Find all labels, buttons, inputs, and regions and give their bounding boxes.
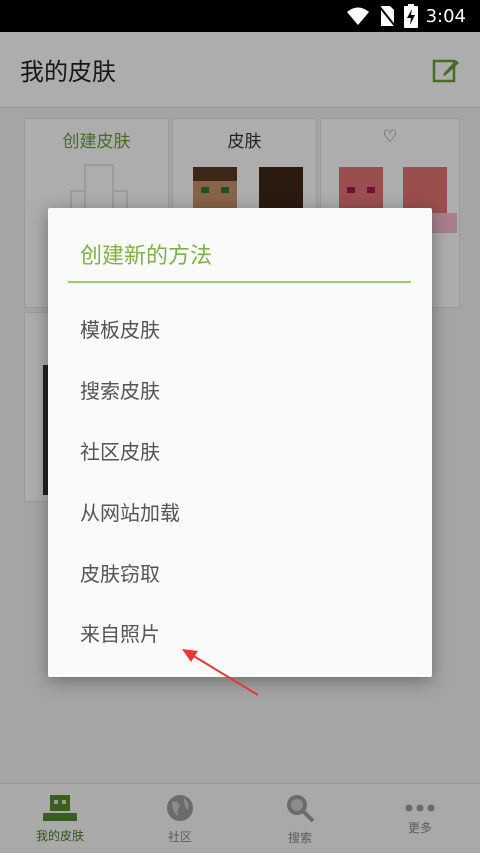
no-sim-icon <box>377 5 396 27</box>
option-from-photo[interactable]: 来自照片 <box>48 602 432 662</box>
clock: 3:04 <box>425 5 466 27</box>
dialog-divider <box>68 281 411 283</box>
battery-charging-icon <box>403 4 418 28</box>
option-steal-skin[interactable]: 皮肤窃取 <box>48 542 432 602</box>
option-community-skin[interactable]: 社区皮肤 <box>48 420 432 480</box>
wifi-icon <box>346 7 369 25</box>
option-template-skin[interactable]: 模板皮肤 <box>48 298 432 358</box>
option-load-from-website[interactable]: 从网站加载 <box>48 481 432 541</box>
dialog-title: 创建新的方法 <box>80 244 213 269</box>
status-bar: 3:04 <box>0 0 480 32</box>
option-search-skin[interactable]: 搜索皮肤 <box>48 359 432 419</box>
create-method-dialog: 创建新的方法 模板皮肤 搜索皮肤 社区皮肤 从网站加载 皮肤窃取 来自照片 <box>48 208 432 677</box>
